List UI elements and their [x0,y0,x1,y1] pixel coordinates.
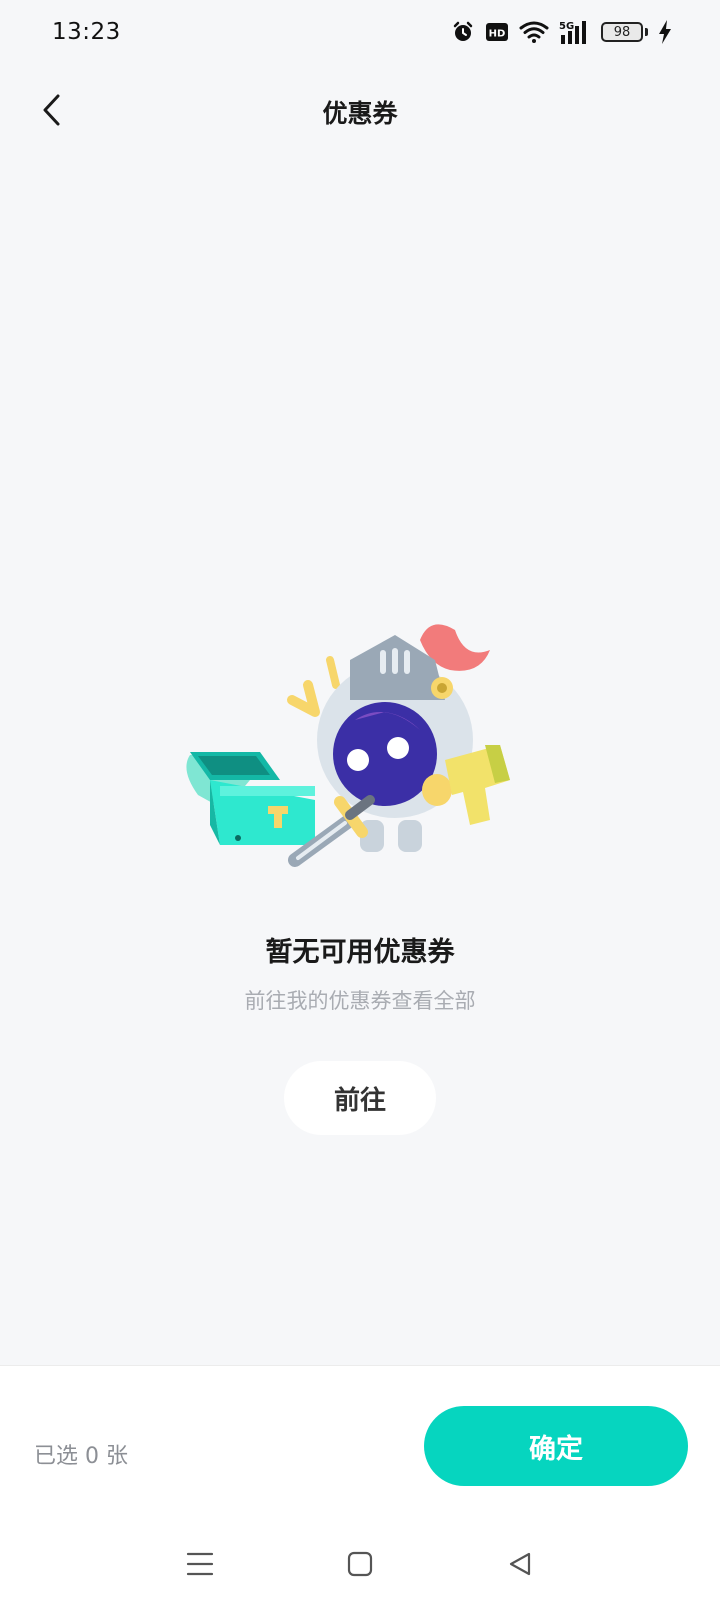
status-time: 13:23 [52,19,121,45]
empty-title: 暂无可用优惠券 [265,937,455,968]
svg-text:HD: HD [489,29,506,40]
bottom-panel: 已选 0 张 确定 [0,1365,720,1612]
chevron-left-icon [43,94,60,126]
battery-icon: 98 [601,22,648,42]
confirm-button[interactable]: 确定 [424,1406,688,1486]
empty-subtitle: 前往我的优惠券查看全部 [244,989,476,1013]
wifi-icon [519,20,549,44]
svg-text:5G: 5G [559,21,574,32]
status-bar: 13:23 HD 5G 98 [0,0,720,64]
goto-button[interactable]: 前往 [284,1061,436,1135]
home-icon[interactable] [330,1534,390,1594]
empty-state: 暂无可用优惠券 前往我的优惠券查看全部 前往 [0,620,720,1135]
hd-icon: HD [485,22,509,42]
5g-signal-icon: 5G [559,19,591,45]
menu-icon[interactable] [170,1534,230,1594]
back-triangle-icon[interactable] [490,1534,550,1594]
header: 优惠券 [0,64,720,160]
battery-level: 98 [601,22,643,42]
system-nav-bar [0,1516,720,1612]
back-button[interactable] [30,88,74,132]
alarm-icon [451,20,475,44]
page-title: 优惠券 [322,99,398,128]
charging-icon [658,20,672,44]
status-icons: HD 5G 98 [451,19,672,45]
selected-count: 已选 0 张 [34,1444,128,1469]
knight-mascot-illustration [186,624,510,867]
